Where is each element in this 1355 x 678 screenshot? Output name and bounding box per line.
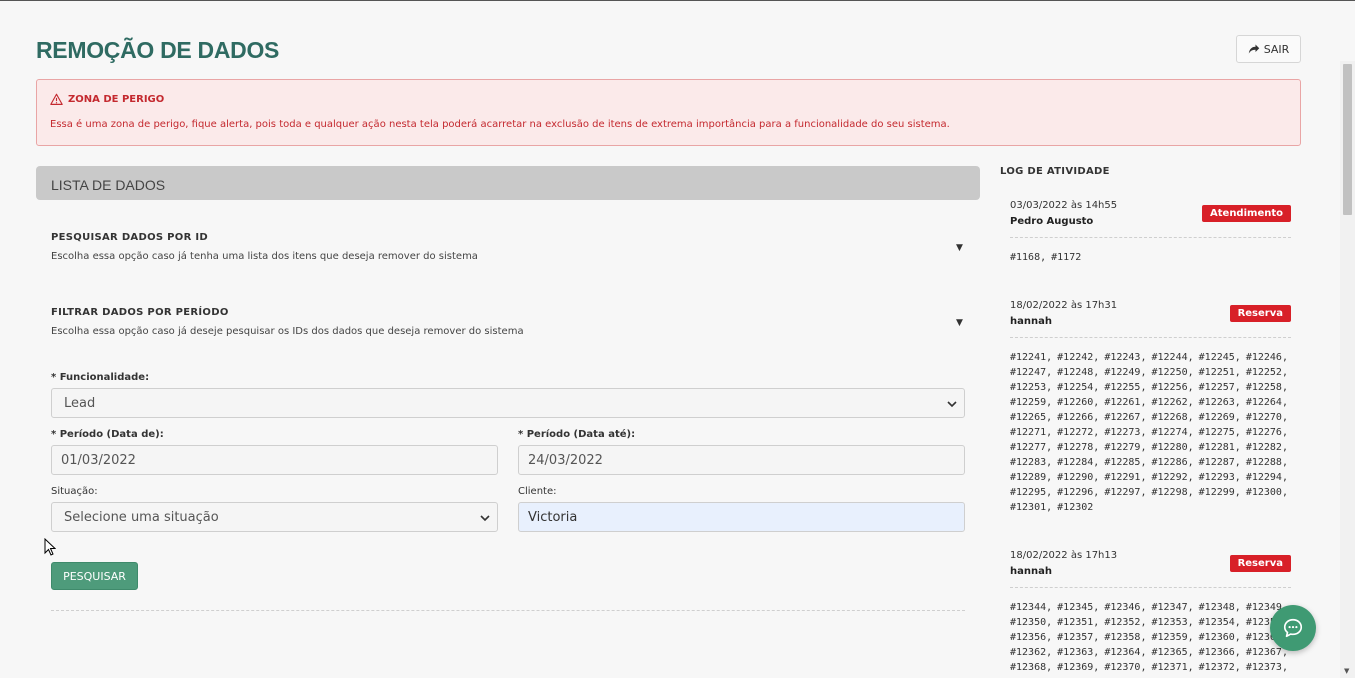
log-entry: 18/02/2022 às 17h31 hannah Reserva #1224… — [1010, 300, 1291, 515]
accordion-search-by-id[interactable]: PESQUISAR DADOS POR ID — [51, 232, 208, 243]
log-entry-badge: Atendimento — [1202, 205, 1291, 222]
date-to-label: * Período (Data até): — [518, 429, 636, 440]
danger-title-text: ZONA DE PERIGO — [68, 94, 165, 105]
accordion-search-by-id-desc: Escolha essa opção caso já tenha uma lis… — [51, 251, 478, 262]
activity-log-title: LOG DE ATIVIDADE — [1000, 166, 1110, 177]
mouse-cursor-icon — [44, 538, 56, 556]
scrollbar-thumb[interactable] — [1343, 64, 1352, 215]
search-button[interactable]: PESQUISAR — [51, 562, 138, 590]
status-select[interactable]: Selecione uma situação — [51, 502, 498, 532]
date-from-label: * Período (Data de): — [51, 429, 164, 440]
log-entry: 03/03/2022 às 14h55 Pedro Augusto Atendi… — [1010, 200, 1291, 265]
danger-zone-title: ZONA DE PERIGO — [50, 93, 164, 106]
accordion-filter-by-period-desc: Escolha essa opção caso já deseje pesqui… — [51, 326, 524, 337]
client-label: Cliente: — [518, 486, 557, 497]
chat-button[interactable] — [1270, 605, 1316, 651]
log-entry-divider — [1010, 337, 1291, 338]
warning-icon — [50, 93, 63, 105]
log-entry-divider — [1010, 587, 1291, 588]
chevron-down-icon — [480, 515, 490, 522]
functionality-select[interactable]: Lead — [51, 388, 965, 418]
date-to-input[interactable]: 24/03/2022 — [518, 445, 965, 475]
log-entry-badge: Reserva — [1229, 305, 1291, 322]
exit-label: SAIR — [1263, 42, 1290, 56]
accordion-filter-by-period[interactable]: FILTRAR DADOS POR PERÍODO — [51, 307, 229, 318]
list-header: LISTA DE DADOS — [36, 166, 980, 200]
danger-zone-alert: ZONA DE PERIGO Essa é uma zona de perigo… — [36, 79, 1301, 146]
functionality-label: * Funcionalidade: — [51, 372, 150, 383]
client-input[interactable]: Victoria — [518, 502, 965, 532]
scroll-down-arrow-icon[interactable]: ▼ — [1344, 667, 1349, 675]
page-title: REMOÇÃO DE DADOS — [36, 37, 280, 63]
log-entry: 18/02/2022 às 17h13 hannah Reserva #1234… — [1010, 550, 1291, 672]
caret-down-icon[interactable]: ▼ — [956, 318, 963, 328]
share-arrow-icon — [1248, 44, 1259, 54]
status-value: Selecione uma situação — [64, 510, 219, 525]
log-entry-ids: #12241, #12242, #12243, #12244, #12245, … — [1010, 352, 1288, 513]
date-from-input[interactable]: 01/03/2022 — [51, 445, 498, 475]
chevron-down-icon — [947, 401, 957, 408]
exit-button[interactable]: SAIR — [1236, 35, 1301, 63]
status-label: Situação: — [51, 486, 98, 497]
log-entry-ids: #1168, #1172 — [1010, 252, 1082, 263]
functionality-value: Lead — [64, 396, 96, 411]
log-entry-ids: #12344, #12345, #12346, #12347, #12348, … — [1010, 602, 1288, 672]
chat-bubble-icon — [1283, 618, 1303, 638]
danger-description: Essa é uma zona de perigo, fique alerta,… — [50, 119, 950, 130]
caret-down-icon[interactable]: ▼ — [956, 243, 963, 253]
log-entry-badge: Reserva — [1229, 555, 1291, 572]
divider — [51, 610, 965, 611]
log-entry-divider — [1010, 237, 1291, 238]
